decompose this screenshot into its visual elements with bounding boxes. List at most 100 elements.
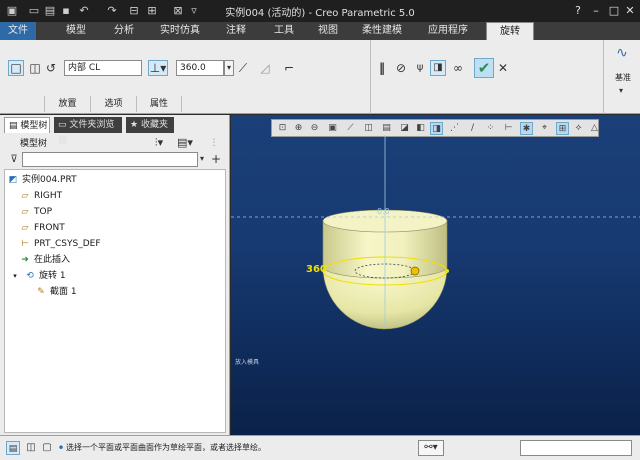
viewport-watermark: 放入模具 bbox=[235, 359, 260, 366]
view-manager-icon[interactable]: ▤ bbox=[380, 122, 393, 135]
ribbon-tabs: 文件 模型 分析 实时仿真 注释 工具 视图 柔性建模 应用程序 旋转 bbox=[0, 22, 640, 40]
show-menu-icon[interactable]: ▤▾ bbox=[176, 136, 194, 150]
tree-settings-icon[interactable]: ⫶▾ bbox=[150, 136, 168, 150]
tree-search-input[interactable] bbox=[22, 152, 198, 167]
fullscreen-icon[interactable]: ▢ bbox=[40, 441, 54, 455]
tree-item-right[interactable]: ▱ RIGHT bbox=[19, 189, 63, 203]
tree-item-part[interactable]: ◩ 实例004.PRT bbox=[7, 173, 77, 187]
message-bullet-icon: • bbox=[57, 441, 65, 455]
tab-live-simulation[interactable]: 实时仿真 bbox=[152, 22, 208, 40]
tree-item-front[interactable]: ▱ FRONT bbox=[19, 221, 65, 235]
tree-heading: 模型树 bbox=[20, 139, 48, 149]
model-tree-icon: ▤ bbox=[9, 121, 21, 131]
detailed-preview-icon[interactable]: ◨ bbox=[430, 60, 446, 76]
annotation-display-icon[interactable]: ⌖ bbox=[538, 122, 551, 135]
orient-icon[interactable]: ⟡ bbox=[572, 122, 585, 135]
help-icon[interactable]: ? bbox=[570, 3, 586, 18]
datum-planes-icon[interactable]: ⋰ bbox=[448, 122, 461, 135]
graphics-window[interactable]: ⊡ ⊕ ⊖ ▣ ⟋ ◫ ▤ ◪ ◧ ◨ ⋰ ∕ ⁘ ⊢ ✱ ⌖ ⊞ ⟡ △ 36… bbox=[231, 115, 640, 435]
tab-favorites[interactable]: ★ 收藏夹 bbox=[126, 117, 174, 133]
maximize-button[interactable]: □ bbox=[606, 3, 622, 18]
refit-icon[interactable]: ⊡ bbox=[276, 122, 289, 135]
separator bbox=[370, 40, 371, 114]
search-dropdown-icon[interactable]: ▾ bbox=[198, 152, 206, 166]
csys-display-icon[interactable]: ⊢ bbox=[502, 122, 515, 135]
flip-direction-icon[interactable]: ⟋ bbox=[236, 61, 250, 75]
tab-applications[interactable]: 应用程序 bbox=[418, 22, 478, 40]
remove-material-icon[interactable]: ◿ bbox=[258, 61, 272, 75]
tab-model-tree[interactable]: ▤ 模型树 bbox=[4, 117, 50, 133]
attached-preview-icon[interactable]: ψ bbox=[412, 61, 428, 75]
datum-icon[interactable]: ∿ bbox=[612, 46, 632, 60]
axis-collector[interactable]: 内部 CL bbox=[64, 60, 142, 76]
binoculars-icon[interactable]: ⚯▾ bbox=[418, 440, 444, 456]
tree-item-insert-here[interactable]: ➜ 在此插入 bbox=[19, 253, 70, 267]
subtab-options[interactable]: 选项 bbox=[90, 96, 136, 112]
part-icon: ◩ bbox=[8, 175, 18, 185]
solid-icon[interactable]: □ bbox=[8, 60, 24, 76]
repaint-icon[interactable]: ▣ bbox=[326, 122, 339, 135]
tab-tools[interactable]: 工具 bbox=[264, 22, 304, 40]
section-dashed bbox=[354, 263, 416, 279]
separator bbox=[603, 40, 604, 114]
tab-model[interactable]: 模型 bbox=[56, 22, 96, 40]
navigator-panel: ▤ 模型树 ▭ 文件夹浏览器 ★ 收藏夹 模型树 ⫶▾ ▤▾ ⋮ ⊽ ▾ + ◩… bbox=[0, 115, 230, 435]
angle-input[interactable]: 360.0 bbox=[176, 60, 224, 76]
datum-points-icon[interactable]: ⁘ bbox=[484, 122, 497, 135]
perspective-icon[interactable]: ◪ bbox=[398, 122, 411, 135]
no-preview-icon[interactable]: ⊘ bbox=[394, 61, 408, 75]
subtab-placement[interactable]: 放置 bbox=[44, 96, 90, 112]
panel-pin-icon[interactable]: ⋮ bbox=[206, 136, 222, 150]
close-button[interactable]: ✕ bbox=[622, 3, 638, 18]
cancel-x-button[interactable]: ✕ bbox=[496, 61, 510, 75]
selection-filter-icon[interactable]: ⊞ bbox=[556, 122, 569, 135]
tab-revolve[interactable]: 旋转 bbox=[486, 22, 534, 40]
datum-axes-icon[interactable]: ∕ bbox=[466, 122, 479, 135]
angle-dropdown-icon[interactable]: ▾ bbox=[224, 60, 234, 76]
zoom-in-icon[interactable]: ⊕ bbox=[292, 122, 305, 135]
dimension-tag: 0.0 bbox=[377, 207, 390, 216]
tree-item-sketch[interactable]: ✎ 截面 1 bbox=[35, 285, 76, 299]
tab-file[interactable]: 文件 bbox=[0, 22, 36, 40]
model-tree: ◩ 实例004.PRT ▱ RIGHT ▱ TOP ▱ FRONT ⊢ PRT_CSYS_… bbox=[4, 169, 226, 433]
reorient-icon[interactable]: ⟋ bbox=[344, 122, 357, 135]
tab-analysis[interactable]: 分析 bbox=[104, 22, 144, 40]
end-point bbox=[445, 269, 449, 273]
selection-filter-dropdown[interactable] bbox=[520, 440, 632, 456]
title-bar: ▣ ▭ ▤ ▪ ↶ ↷ ⊟ ⊞ ⊠ ▿ 实例004 (活动的) - Creo P… bbox=[0, 0, 640, 22]
angle-callout[interactable]: 360 bbox=[306, 264, 327, 275]
subtab-properties[interactable]: 属性 bbox=[136, 96, 182, 112]
ok-check-button[interactable]: ✔ bbox=[474, 58, 494, 78]
tab-annotate[interactable]: 注释 bbox=[216, 22, 256, 40]
pause-icon[interactable]: ‖ bbox=[376, 61, 388, 75]
tab-view[interactable]: 视图 bbox=[310, 22, 346, 40]
verify-glasses-icon[interactable]: ∞ bbox=[450, 61, 466, 75]
appearance-icon[interactable]: △ bbox=[588, 122, 601, 135]
sketch-icon: ✎ bbox=[37, 287, 45, 297]
folder-icon: ▭ bbox=[58, 120, 70, 130]
zoom-out-icon[interactable]: ⊖ bbox=[308, 122, 321, 135]
datum-label[interactable]: 基准 bbox=[609, 72, 637, 83]
favorites-icon: ★ bbox=[130, 120, 141, 130]
add-filter-icon[interactable]: + bbox=[210, 152, 222, 166]
filter-icon[interactable]: ⊽ bbox=[8, 153, 20, 167]
datum-dropdown-icon[interactable]: ▾ bbox=[614, 84, 628, 98]
saved-views-icon[interactable]: ◫ bbox=[362, 122, 375, 135]
tree-item-csys[interactable]: ⊢ PRT_CSYS_DEF bbox=[19, 237, 100, 251]
section-icon[interactable]: ◧ bbox=[414, 122, 427, 135]
minimize-button[interactable]: – bbox=[588, 3, 604, 18]
toggle-navigator-icon[interactable]: ▤ bbox=[6, 441, 20, 455]
tab-folder-browser[interactable]: ▭ 文件夹浏览器 bbox=[54, 117, 122, 146]
spin-center-icon[interactable]: ✱ bbox=[520, 122, 533, 135]
tree-item-revolve[interactable]: ▾ ⟲ 旋转 1 bbox=[9, 269, 65, 283]
surface-icon[interactable]: ◫ bbox=[28, 61, 42, 75]
display-style-icon[interactable]: ◨ bbox=[430, 122, 443, 135]
datum-plane-icon: ▱ bbox=[21, 191, 29, 201]
toggle-browser-icon[interactable]: ◫ bbox=[24, 441, 38, 455]
revolve-axis-icon[interactable]: ↺ bbox=[44, 61, 58, 75]
tree-item-top[interactable]: ▱ TOP bbox=[19, 205, 52, 219]
angle-type-dropdown[interactable]: ⊥▾ bbox=[148, 60, 168, 76]
thicken-icon[interactable]: ⌐ bbox=[282, 61, 296, 75]
tab-flexible-modeling[interactable]: 柔性建模 bbox=[352, 22, 412, 40]
datum-plane-icon: ▱ bbox=[21, 207, 29, 217]
